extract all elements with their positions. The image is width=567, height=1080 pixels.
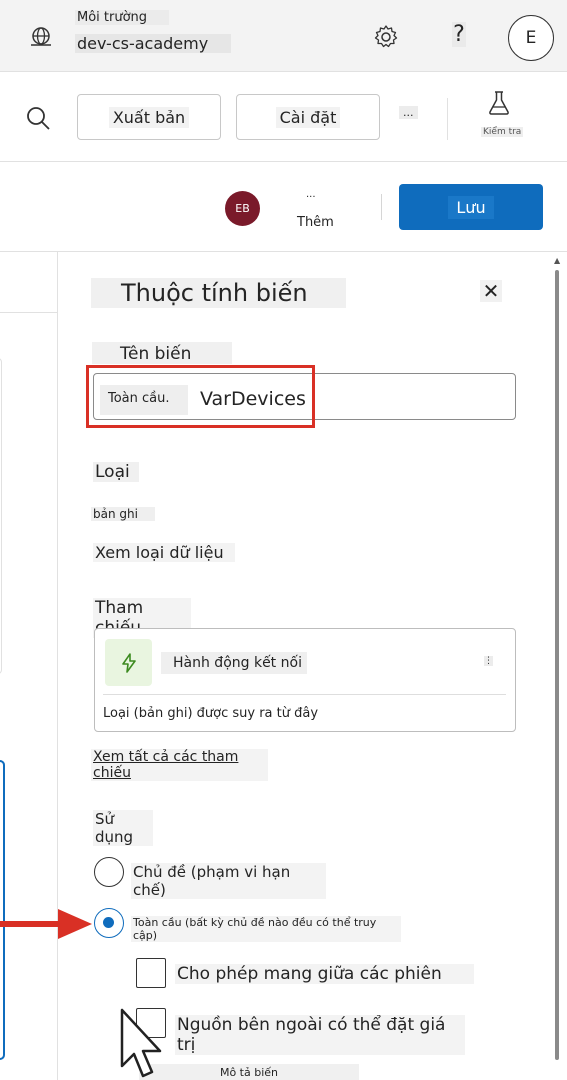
- carry-across-sessions-checkbox[interactable]: [136, 958, 166, 988]
- test-label[interactable]: Kiểm tra: [481, 127, 524, 137]
- usage-label: Sử dụng: [93, 810, 153, 846]
- mouse-cursor-icon: [120, 1008, 162, 1078]
- panel-title: Thuộc tính biến: [91, 278, 346, 308]
- gear-icon[interactable]: [373, 24, 399, 50]
- divider: [0, 312, 58, 313]
- more-dots[interactable]: ...: [306, 189, 316, 200]
- settings-label: Cài đặt: [275, 106, 341, 128]
- command-bar: Xuất bản Cài đặt ... Kiểm tra: [0, 72, 567, 162]
- canvas-node[interactable]: [0, 358, 2, 674]
- see-all-references-link[interactable]: Xem tất cả các tham chiếu: [91, 749, 268, 781]
- reference-more-icon[interactable]: ⋮: [484, 656, 493, 666]
- global-scope-radio[interactable]: [94, 908, 124, 938]
- user-avatar[interactable]: E: [508, 15, 554, 61]
- canvas-pane: [0, 252, 58, 1080]
- more-button[interactable]: Thêm: [297, 215, 334, 230]
- carry-across-sessions-label[interactable]: Cho phép mang giữa các phiên: [175, 964, 474, 984]
- save-label: Lưu: [448, 195, 494, 219]
- description-label: Mô tả biến: [139, 1064, 359, 1080]
- globe-icon[interactable]: [28, 24, 54, 50]
- lightning-icon: [121, 652, 136, 673]
- more-commands-button[interactable]: ...: [399, 106, 418, 119]
- save-button[interactable]: Lưu: [399, 184, 543, 230]
- flask-icon[interactable]: [487, 90, 511, 116]
- environment-label: Môi trường: [75, 10, 169, 25]
- settings-button[interactable]: Cài đặt: [236, 94, 380, 140]
- scroll-up-icon[interactable]: ▲: [554, 256, 560, 265]
- type-label: Loại: [93, 462, 139, 482]
- divider: [381, 194, 382, 220]
- divider: [447, 98, 448, 140]
- top-bar: Môi trường dev-cs-academy ? E: [0, 0, 567, 72]
- topic-scope-radio[interactable]: [94, 857, 124, 887]
- bolt-icon: [105, 639, 152, 686]
- help-button[interactable]: ?: [452, 22, 466, 47]
- save-bar: EB ... Thêm Lưu: [0, 162, 567, 252]
- type-value: bản ghi: [91, 507, 155, 521]
- scrollbar-thumb[interactable]: [555, 270, 559, 1060]
- close-icon[interactable]: ✕: [480, 280, 502, 302]
- search-icon[interactable]: [24, 104, 52, 132]
- publish-button[interactable]: Xuất bản: [77, 94, 221, 140]
- topic-scope-label[interactable]: Chủ đề (phạm vi hạn chế): [131, 863, 326, 899]
- external-sources-label[interactable]: Nguồn bên ngoài có thể đặt giá trị: [175, 1015, 465, 1055]
- reference-title[interactable]: Hành động kết nối: [161, 652, 307, 674]
- variable-name-label: Tên biến: [92, 342, 232, 364]
- publish-label: Xuất bản: [108, 106, 190, 128]
- reference-note: Loại (bản ghi) được suy ra từ đây: [103, 706, 319, 721]
- red-arrow-icon: [0, 909, 92, 939]
- environment-value[interactable]: dev-cs-academy: [75, 34, 231, 53]
- global-scope-label[interactable]: Toàn cầu (bất kỳ chủ đề nào đều có thể t…: [131, 916, 401, 942]
- divider: [103, 694, 506, 695]
- view-data-type-link[interactable]: Xem loại dữ liệu: [93, 543, 235, 562]
- avatar[interactable]: EB: [225, 191, 260, 226]
- highlight-box: [86, 365, 315, 428]
